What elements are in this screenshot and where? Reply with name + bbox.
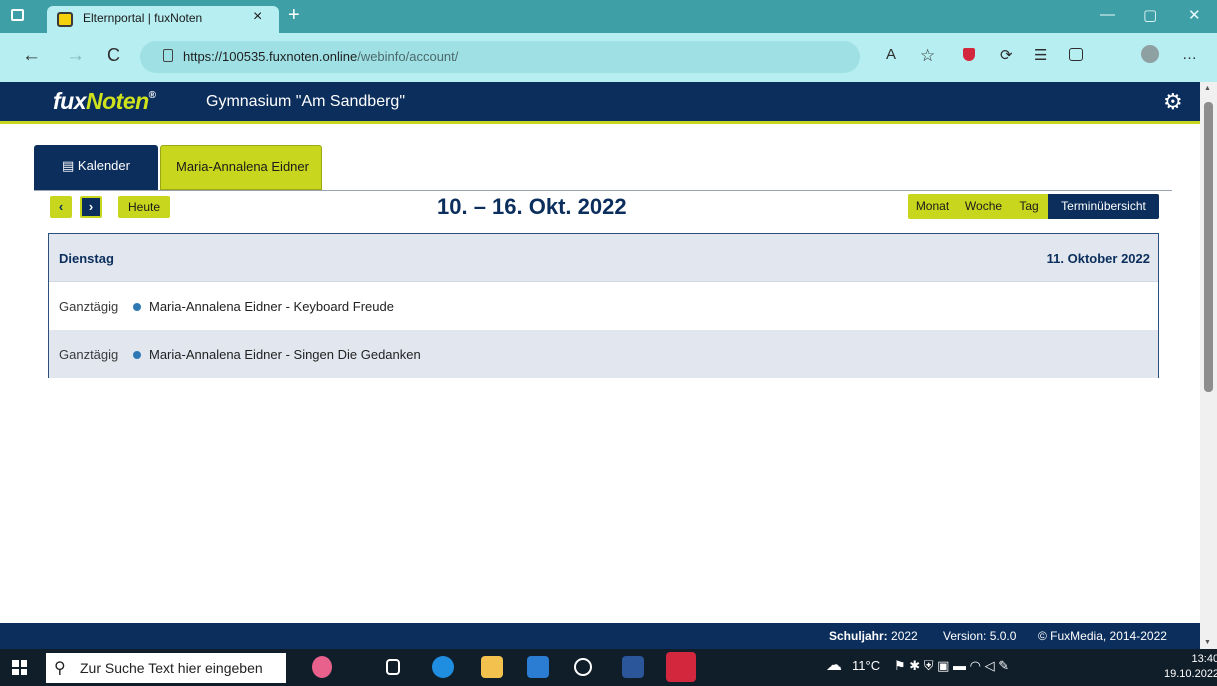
new-tab-icon[interactable]: + bbox=[288, 4, 300, 27]
favorites-list-icon[interactable]: ☰ bbox=[1034, 46, 1047, 64]
ribbon-icon[interactable] bbox=[312, 656, 332, 678]
calendar-icon: ▤ bbox=[62, 158, 75, 173]
event-title[interactable]: Maria-Annalena Eidner - Keyboard Freude bbox=[149, 299, 394, 314]
view-day-button[interactable]: Tag bbox=[1010, 194, 1048, 219]
date-range-title: 10. – 16. Okt. 2022 bbox=[437, 194, 627, 219]
taskbar-search-input[interactable]: ⚲ Zur Suche Text hier eingeben bbox=[46, 653, 286, 683]
tab-kalender[interactable]: ▤ Kalender bbox=[34, 145, 158, 190]
app-footer: Schuljahr: 2022 Version: 5.0.0 © FuxMedi… bbox=[0, 623, 1200, 649]
school-name: Gymnasium "Am Sandberg" bbox=[206, 93, 405, 110]
forward-icon[interactable]: → bbox=[66, 45, 85, 67]
task-view-icon[interactable] bbox=[386, 659, 400, 675]
app-header: fuxNoten® Gymnasium "Am Sandberg" ⚙ bbox=[0, 82, 1200, 124]
mail-icon[interactable] bbox=[527, 656, 549, 678]
view-agenda-button[interactable]: Terminübersicht bbox=[1048, 194, 1159, 219]
edge-icon[interactable] bbox=[432, 656, 454, 678]
refresh-icon[interactable]: C bbox=[107, 45, 120, 66]
copyright: © FuxMedia, 2014-2022 bbox=[1038, 629, 1167, 643]
sidebar-toggle-icon[interactable] bbox=[11, 9, 24, 21]
fuxnoten-logo[interactable]: fuxNoten® bbox=[53, 88, 156, 115]
address-bar: ← → C https://100535.fuxnoten.online/web… bbox=[0, 33, 1217, 82]
scroll-down-icon[interactable]: ▼ bbox=[1204, 639, 1211, 646]
shield-extension-icon[interactable] bbox=[963, 48, 975, 61]
collections-icon[interactable] bbox=[1069, 48, 1083, 61]
event-time: Ganztägig bbox=[59, 299, 119, 314]
tab-kalender-label: Kalender bbox=[77, 158, 130, 173]
more-icon[interactable]: … bbox=[1182, 46, 1197, 63]
profile-avatar-icon[interactable] bbox=[1141, 45, 1159, 63]
agenda-event-row[interactable]: Ganztägig Maria-Annalena Eidner - Keyboa… bbox=[49, 282, 1158, 330]
close-window-icon[interactable]: ✕ bbox=[1188, 6, 1201, 24]
scrollbar-thumb[interactable] bbox=[1204, 102, 1213, 392]
day-date: 11. Oktober 2022 bbox=[1046, 251, 1150, 266]
event-dot-icon bbox=[133, 351, 141, 359]
event-title[interactable]: Maria-Annalena Eidner - Singen Die Gedan… bbox=[149, 347, 421, 362]
temperature[interactable]: 11°C bbox=[852, 658, 880, 673]
url-text: https://100535.fuxnoten.online/webinfo/a… bbox=[183, 49, 459, 64]
tray-icons[interactable]: ⚑ ✱ ⛨ ▣ ▬ ◠ ◁ ✎ bbox=[894, 658, 1009, 674]
minimize-icon[interactable]: — bbox=[1100, 6, 1115, 23]
scroll-up-icon[interactable]: ▲ bbox=[1204, 85, 1211, 92]
back-icon[interactable]: ← bbox=[22, 45, 41, 67]
agenda-event-row[interactable]: Ganztägig Maria-Annalena Eidner - Singen… bbox=[49, 330, 1158, 378]
tab-student[interactable]: Maria-Annalena Eidner bbox=[160, 145, 322, 190]
tab-divider bbox=[34, 190, 1172, 191]
read-aloud-icon[interactable]: A bbox=[886, 46, 896, 63]
shield-app-icon[interactable] bbox=[666, 652, 696, 682]
today-button[interactable]: Heute bbox=[118, 196, 170, 218]
url-input[interactable]: https://100535.fuxnoten.online/webinfo/a… bbox=[140, 41, 860, 73]
view-switcher: Monat Woche Tag Terminübersicht bbox=[908, 194, 1159, 219]
search-icon: ⚲ bbox=[54, 660, 66, 677]
page-info-icon[interactable] bbox=[163, 49, 173, 62]
favicon-icon bbox=[57, 12, 73, 27]
prev-week-button[interactable]: ‹ bbox=[50, 196, 72, 218]
settings-gear-icon[interactable]: ⚙ bbox=[1163, 89, 1183, 115]
browser-tab[interactable]: Elternportal | fuxNoten × bbox=[47, 6, 279, 33]
browser-tab-bar: Elternportal | fuxNoten × + — ▢ ✕ bbox=[0, 0, 1217, 33]
extensions-icon[interactable]: ⟳ bbox=[1000, 46, 1013, 64]
next-week-button[interactable]: › bbox=[80, 196, 102, 218]
event-dot-icon bbox=[133, 303, 141, 311]
agenda-table: Dienstag 11. Oktober 2022 Ganztägig Mari… bbox=[48, 233, 1159, 378]
file-explorer-icon[interactable] bbox=[481, 656, 503, 678]
event-time: Ganztägig bbox=[59, 347, 119, 362]
maximize-icon[interactable]: ▢ bbox=[1143, 6, 1157, 24]
view-month-button[interactable]: Monat bbox=[908, 194, 957, 219]
page-scrollbar[interactable]: ▲ ▼ bbox=[1200, 82, 1217, 649]
agenda-day-header: Dienstag 11. Oktober 2022 bbox=[49, 234, 1158, 282]
favorite-icon[interactable]: ☆ bbox=[920, 46, 935, 66]
school-year: Schuljahr: 2022 bbox=[829, 629, 918, 643]
tab-student-label: Maria-Annalena Eidner bbox=[176, 159, 309, 174]
taskbar-clock[interactable]: 13:40 19.10.2022 bbox=[1164, 652, 1217, 682]
search-placeholder: Zur Suche Text hier eingeben bbox=[80, 660, 263, 676]
tab-close-icon[interactable]: × bbox=[253, 8, 262, 26]
view-week-button[interactable]: Woche bbox=[957, 194, 1010, 219]
day-name: Dienstag bbox=[59, 251, 114, 266]
word-icon[interactable] bbox=[622, 656, 644, 678]
app-icon[interactable] bbox=[574, 658, 592, 676]
tab-title: Elternportal | fuxNoten bbox=[83, 11, 203, 25]
weather-icon[interactable]: ☁ bbox=[826, 655, 842, 675]
windows-taskbar: ⚲ Zur Suche Text hier eingeben ☁ 11°C ⚑ … bbox=[0, 649, 1217, 686]
app-version: Version: 5.0.0 bbox=[943, 629, 1017, 643]
windows-start-icon[interactable] bbox=[12, 660, 27, 675]
